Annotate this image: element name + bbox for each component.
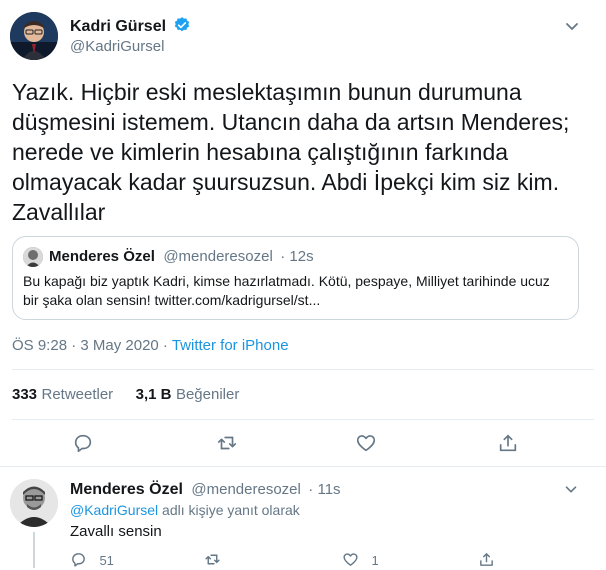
reply-author-avatar[interactable]: [10, 479, 58, 527]
reply-count: 51: [99, 553, 114, 568]
main-author-handle[interactable]: @KadriGursel: [70, 38, 164, 55]
quoted-author-avatar: [23, 247, 43, 267]
verified-badge-icon: [173, 16, 191, 34]
reply-time[interactable]: · 11s: [308, 481, 340, 498]
heart-icon: [342, 551, 359, 568]
tweet-stats: 333 Retweetler 3,1 B Beğeniler: [12, 386, 239, 404]
reply-author-name[interactable]: Menderes Özel: [70, 481, 183, 498]
divider: [12, 419, 594, 420]
retweets-label: Retweetler: [41, 386, 114, 403]
quoted-time: · 12s: [280, 248, 314, 265]
replying-to-suffix: adlı kişiye yanıt olarak: [162, 502, 300, 518]
tweet-meta: ÖS 9:28 · 3 May 2020 · Twitter for iPhon…: [12, 337, 289, 354]
likes-label: Beğeniler: [175, 386, 240, 403]
like-count: 1: [371, 553, 379, 568]
main-author-name-text[interactable]: Kadri Gürsel: [70, 18, 166, 35]
reply-icon[interactable]: [72, 432, 94, 454]
quoted-author-name: Menderes Özel: [49, 248, 155, 265]
share-icon[interactable]: [497, 432, 519, 454]
retweets-stat[interactable]: 333 Retweetler: [12, 386, 118, 403]
reply-action-reply[interactable]: 51: [70, 551, 114, 570]
tweet-timestamp[interactable]: ÖS 9:28 · 3 May 2020: [12, 337, 159, 354]
divider: [0, 466, 606, 467]
chevron-down-icon[interactable]: [562, 16, 582, 36]
share-icon[interactable]: [478, 551, 495, 568]
quoted-header: Menderes Özel @menderesozel · 12s: [49, 248, 314, 266]
retweets-count: 333: [12, 386, 38, 403]
replying-to-line: @KadriGursel adlı kişiye yanıt olarak: [70, 502, 300, 518]
heart-icon[interactable]: [355, 432, 377, 454]
retweet-icon[interactable]: [204, 551, 221, 568]
reply-header: Menderes Özel @menderesozel · 11s: [70, 481, 341, 499]
main-author-avatar[interactable]: [10, 12, 58, 60]
quoted-tweet-card[interactable]: Menderes Özel @menderesozel · 12s Bu kap…: [12, 236, 579, 320]
reply-icon: [70, 551, 87, 568]
main-tweet-text: Yazık. Hiçbir eski meslektaşımın bunun d…: [12, 79, 570, 225]
thread-line: [33, 532, 35, 568]
likes-count: 3,1 B: [135, 386, 172, 403]
divider: [12, 369, 594, 370]
main-author-name[interactable]: Kadri Gürsel: [70, 16, 191, 36]
reply-tweet-text: Zavallı sensin: [70, 523, 162, 540]
reply-action-like[interactable]: 1: [342, 551, 379, 570]
replying-to-handle[interactable]: @KadriGursel: [70, 502, 158, 518]
likes-stat[interactable]: 3,1 B Beğeniler: [136, 386, 240, 403]
reply-author-handle[interactable]: @menderesozel: [191, 481, 300, 498]
retweet-icon[interactable]: [216, 432, 238, 454]
tweet-source-link[interactable]: Twitter for iPhone: [172, 337, 289, 354]
quoted-author-handle: @menderesozel: [163, 248, 273, 265]
meta-separator: ·: [158, 337, 172, 354]
chevron-down-icon[interactable]: [562, 480, 580, 498]
quoted-tweet-text: Bu kapağı biz yaptık Kadri, kimse hazırl…: [23, 273, 550, 308]
